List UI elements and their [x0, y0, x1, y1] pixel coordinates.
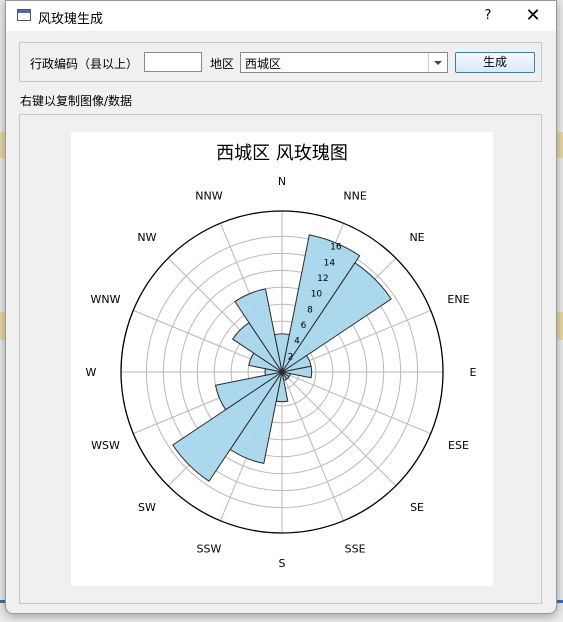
- direction-label-sse: SSE: [345, 542, 366, 555]
- chart-title: 西城区 风玫瑰图: [216, 143, 348, 164]
- radial-tick-label: 8: [307, 305, 313, 315]
- direction-label-nw: NW: [137, 231, 156, 244]
- admin-code-input[interactable]: [144, 52, 202, 72]
- direction-label-sw: SW: [138, 501, 156, 514]
- copy-hint: 右键以复制图像/数据: [20, 94, 133, 108]
- direction-label-wsw: WSW: [91, 439, 120, 452]
- region-select[interactable]: 西城区: [240, 52, 448, 73]
- direction-label-ne: NE: [409, 231, 424, 244]
- help-button[interactable]: ?: [476, 6, 500, 26]
- region-label: 地区: [210, 57, 235, 71]
- direction-label-ssw: SSW: [196, 542, 221, 555]
- generate-button[interactable]: 生成: [455, 52, 535, 73]
- plot-frame: 西城区 风玫瑰图 2 4 6 8 10 12 14 16 N NNE NE ENE E ESE SE SSE…: [19, 114, 542, 604]
- radial-tick-label: 2: [288, 352, 294, 362]
- wind-rose-chart: 西城区 风玫瑰图 2468 10 12 14 16 N NNE NE ENE E ESE SE SSE…: [86, 143, 477, 570]
- region-select-value: 西城区: [245, 57, 282, 71]
- chevron-down-icon[interactable]: [428, 53, 447, 72]
- window-app-icon: [17, 9, 31, 21]
- direction-label-se: SE: [410, 501, 424, 514]
- direction-label-n: N: [278, 175, 286, 188]
- query-form: 行政编码（县以上） 地区 西城区 生成: [19, 42, 542, 82]
- direction-label-wnw: WNW: [91, 293, 121, 306]
- direction-label-nnw: NNW: [195, 190, 222, 203]
- angular-grid-line: [281, 371, 397, 487]
- admin-code-label: 行政编码（县以上）: [30, 57, 139, 71]
- direction-label-ese: ESE: [448, 439, 469, 452]
- title-bar: 风玫瑰生成 ? ✕: [6, 1, 556, 31]
- direction-label-nne: NNE: [343, 190, 366, 203]
- wind-rose-dialog: 风玫瑰生成 ? ✕ 行政编码（县以上） 地区 西城区 生成 右键以复制图像/数据…: [5, 0, 557, 614]
- radial-tick-label: 14: [324, 258, 336, 268]
- direction-label-ene: ENE: [447, 293, 469, 306]
- radial-tick-label: 16: [330, 243, 342, 253]
- close-button[interactable]: ✕: [518, 4, 548, 28]
- direction-label-e: E: [470, 366, 477, 379]
- direction-label-s: S: [279, 557, 286, 570]
- window-title: 风玫瑰生成: [38, 12, 104, 27]
- radial-tick-label: 6: [301, 321, 307, 331]
- radial-tick-label: 10: [311, 290, 323, 300]
- radial-tick-label: 12: [317, 274, 328, 284]
- direction-label-w: W: [86, 366, 97, 379]
- radial-tick-label: 4: [294, 337, 300, 347]
- angular-grid-line: [281, 371, 345, 521]
- wind-rose-canvas[interactable]: 西城区 风玫瑰图 2 4 6 8 10 12 14 16 N NNE NE ENE E ESE SE SSE…: [71, 132, 493, 586]
- angular-grid-line: [281, 371, 431, 435]
